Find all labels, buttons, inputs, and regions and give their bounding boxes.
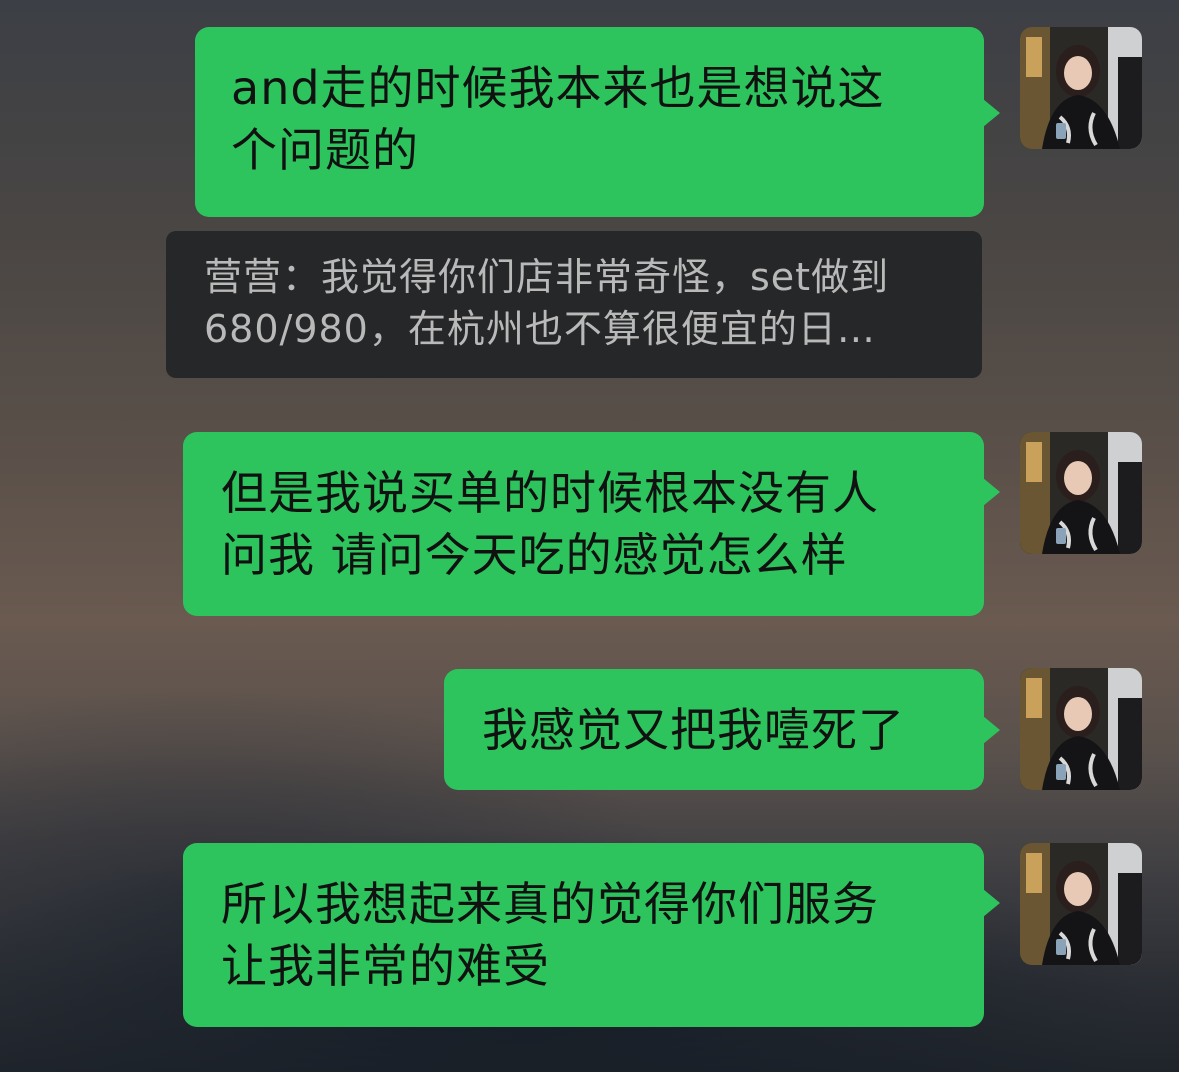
message-bubble[interactable]: 所以我想起来真的觉得你们服务 让我非常的难受 — [183, 843, 1000, 1027]
message-text-line: 但是我说买单的时候根本没有人 — [221, 466, 879, 520]
message-bubble[interactable]: 但是我说买单的时候根本没有人 问我 请问今天吃的感觉怎么样 — [183, 432, 1000, 616]
bubble-tail — [983, 716, 1000, 744]
quoted-message[interactable]: 营营：我觉得你们店非常奇怪，set做到 680/980，在杭州也不算很便宜的日… — [166, 231, 982, 378]
avatar-photo-icon — [1020, 432, 1142, 554]
message-text-line: 个问题的 — [231, 123, 419, 177]
quote-text-line: 营营：我觉得你们店非常奇怪，set做到 — [204, 255, 890, 299]
bubble-tail — [983, 99, 1000, 127]
avatar[interactable] — [1020, 668, 1142, 790]
chat-window: and走的时候我本来也是想说这 个问题的 营营：我觉得你们店非常奇怪，set做到… — [0, 0, 1179, 1072]
avatar[interactable] — [1020, 843, 1142, 965]
message-text-line: 我感觉又把我噎死了 — [482, 703, 905, 757]
avatar[interactable] — [1020, 432, 1142, 554]
message-bubble[interactable]: and走的时候我本来也是想说这 个问题的 — [195, 27, 1000, 217]
bubble-tail — [983, 889, 1000, 917]
avatar[interactable] — [1020, 27, 1142, 149]
avatar-photo-icon — [1020, 668, 1142, 790]
message-text-line: 问我 请问今天吃的感觉怎么样 — [221, 528, 848, 582]
message-text-line: 所以我想起来真的觉得你们服务 — [221, 877, 879, 931]
message-text-line: 让我非常的难受 — [221, 939, 550, 993]
avatar-photo-icon — [1020, 843, 1142, 965]
bubble-tail — [983, 478, 1000, 506]
message-text-line: and走的时候我本来也是想说这 — [231, 61, 885, 115]
avatar-photo-icon — [1020, 27, 1142, 149]
quote-text-line: 680/980，在杭州也不算很便宜的日… — [204, 307, 876, 351]
message-bubble[interactable]: 我感觉又把我噎死了 — [444, 669, 1000, 790]
